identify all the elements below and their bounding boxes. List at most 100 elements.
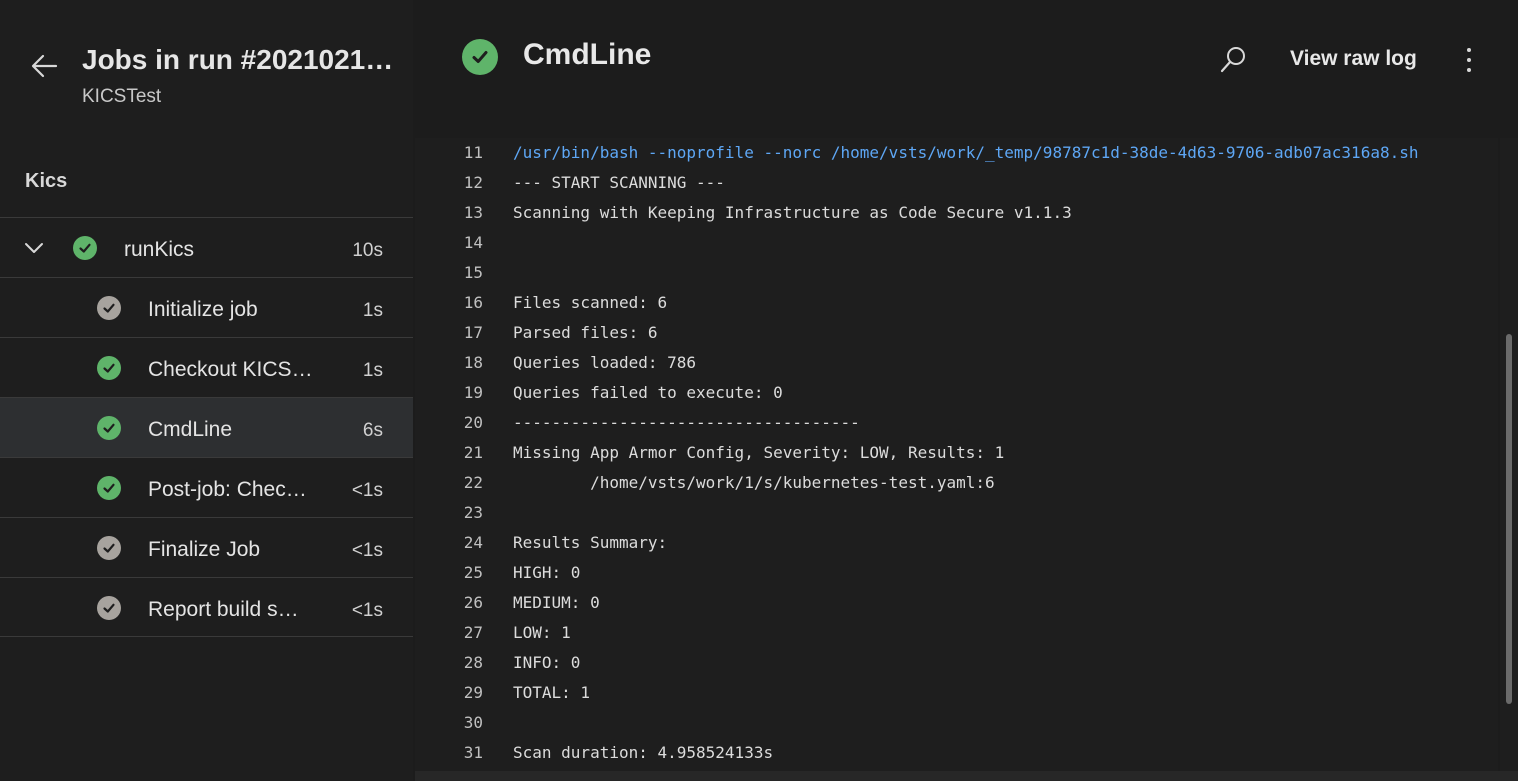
log-text: ------------------------------------ — [513, 413, 860, 432]
back-button[interactable] — [28, 50, 60, 82]
log-line: 13 Scanning with Keeping Infrastructure a… — [415, 198, 1498, 228]
log-output[interactable]: 11/usr/bin/bash --noprofile --norc /home… — [415, 138, 1498, 771]
check-circle-icon — [97, 416, 121, 440]
log-line: 23 — [415, 498, 1498, 528]
log-line: 31 Scan duration: 4.958524133s — [415, 738, 1498, 768]
job-name: runKics — [124, 238, 195, 261]
log-line: 17 Parsed files: 6 — [415, 318, 1498, 348]
log-line: 15 — [415, 258, 1498, 288]
check-circle-icon — [97, 476, 121, 500]
log-text: Results Summary: — [513, 533, 668, 552]
log-line: 22 /home/vsts/work/1/s/kubernetes-test.y… — [415, 468, 1498, 498]
more-vertical-icon[interactable] — [1457, 44, 1481, 76]
step-duration: <1s — [351, 480, 383, 501]
line-number: 22 — [463, 473, 483, 492]
step-name: Checkout KICSTest@main to s — [148, 358, 320, 381]
log-text: /home/vsts/work/1/s/kubernetes-test.yaml… — [513, 473, 995, 492]
log-text: Parsed files: 6 — [513, 323, 658, 342]
log-line: 24 Results Summary: — [415, 528, 1498, 558]
step-duration: <1s — [351, 540, 383, 561]
log-panel: CmdLine View raw log 11/usr/bin/bash --n… — [415, 0, 1518, 781]
step-row-finalize-job[interactable]: Finalize Job <1s — [0, 517, 413, 577]
arrow-left-icon — [31, 54, 58, 78]
search-icon[interactable] — [1217, 44, 1249, 76]
line-number: 20 — [463, 413, 483, 432]
step-name: Initialize job — [148, 298, 258, 321]
log-line: 28 INFO: 0 — [415, 648, 1498, 678]
log-text: LOW: 1 — [513, 623, 571, 642]
run-title: Jobs in run #20210218.1 — [82, 44, 397, 75]
step-row-cmdline[interactable]: CmdLine 6s — [0, 397, 413, 457]
line-number: 23 — [463, 503, 483, 522]
sidebar-header: Jobs in run #20210218.1 KICSTest — [0, 0, 413, 140]
step-title: CmdLine — [523, 38, 652, 71]
line-number: 31 — [463, 743, 483, 762]
log-text: --- START SCANNING --- — [513, 173, 725, 192]
step-name: CmdLine — [148, 418, 233, 441]
check-circle-icon — [97, 536, 121, 560]
step-duration: 6s — [362, 420, 383, 441]
check-circle-icon — [97, 356, 121, 380]
log-line: 21 Missing App Armor Config, Severity: LO… — [415, 438, 1498, 468]
stage-label: Kics — [25, 170, 68, 192]
log-line: 18 Queries loaded: 786 — [415, 348, 1498, 378]
horizontal-scrollbar[interactable] — [415, 771, 1518, 781]
step-row-initialize-job[interactable]: Initialize job 1s — [0, 277, 413, 337]
log-line: 25 HIGH: 0 — [415, 558, 1498, 588]
line-number: 16 — [463, 293, 483, 312]
log-line: 26 MEDIUM: 0 — [415, 588, 1498, 618]
log-line: 20 ------------------------------------ — [415, 408, 1498, 438]
line-number: 25 — [463, 563, 483, 582]
step-duration: <1s — [351, 600, 383, 621]
jobs-sidebar: Jobs in run #20210218.1 KICSTest Kics ru… — [0, 0, 413, 781]
job-list: runKics 10s Initialize job 1s Checkout K… — [0, 217, 413, 637]
log-text: Files scanned: 6 — [513, 293, 668, 312]
step-row-checkout[interactable]: Checkout KICSTest@main to s 1s — [0, 337, 413, 397]
step-row-report-build-status[interactable]: Report build status <1s — [0, 577, 413, 637]
step-duration: 1s — [362, 360, 383, 381]
line-number: 21 — [463, 443, 483, 462]
log-text: /usr/bin/bash --noprofile --norc /home/v… — [513, 143, 1419, 162]
log-text: HIGH: 0 — [513, 563, 581, 582]
line-number: 24 — [463, 533, 483, 552]
step-name: Post-job: Checkout KICSTest — [148, 478, 310, 501]
check-circle-icon — [97, 596, 121, 620]
line-number: 27 — [463, 623, 483, 642]
log-line: 19 Queries failed to execute: 0 — [415, 378, 1498, 408]
log-line: 27 LOW: 1 — [415, 618, 1498, 648]
job-duration: 10s — [352, 240, 383, 261]
log-line: 11/usr/bin/bash --noprofile --norc /home… — [415, 138, 1498, 168]
log-text: Queries loaded: 786 — [513, 353, 697, 372]
line-number: 30 — [463, 713, 483, 732]
step-name: Finalize Job — [148, 538, 261, 561]
line-number: 19 — [463, 383, 483, 402]
view-raw-log-button[interactable]: View raw log — [1290, 47, 1417, 71]
log-text: INFO: 0 — [513, 653, 581, 672]
line-number: 29 — [463, 683, 483, 702]
line-number: 15 — [463, 263, 483, 282]
log-text: Queries failed to execute: 0 — [513, 383, 783, 402]
log-text: Missing App Armor Config, Severity: LOW,… — [513, 443, 1005, 462]
chevron-down-icon[interactable] — [22, 236, 46, 260]
log-text: Scan duration: 4.958524133s — [513, 743, 774, 762]
step-row-post-job-checkout[interactable]: Post-job: Checkout KICSTest <1s — [0, 457, 413, 517]
check-circle-icon — [73, 236, 97, 260]
line-number: 18 — [463, 353, 483, 372]
log-line: 12 --- START SCANNING --- — [415, 168, 1498, 198]
pipeline-name: KICSTest — [82, 86, 162, 107]
line-number: 14 — [463, 233, 483, 252]
scrollbar[interactable] — [1500, 138, 1518, 771]
log-text: Scanning with Keeping Infrastructure as … — [513, 203, 1072, 222]
step-name: Report build status — [148, 598, 303, 621]
log-line: 30 — [415, 708, 1498, 738]
check-circle-icon — [462, 39, 498, 75]
line-number: 17 — [463, 323, 483, 342]
scrollbar-thumb[interactable] — [1506, 334, 1512, 704]
log-text: TOTAL: 1 — [513, 683, 591, 702]
job-row-runkics[interactable]: runKics 10s — [0, 217, 413, 277]
line-number: 26 — [463, 593, 483, 612]
line-number: 13 — [463, 203, 483, 222]
log-line: 29 TOTAL: 1 — [415, 678, 1498, 708]
log-header: CmdLine View raw log — [415, 0, 1518, 120]
log-line: 14 — [415, 228, 1498, 258]
